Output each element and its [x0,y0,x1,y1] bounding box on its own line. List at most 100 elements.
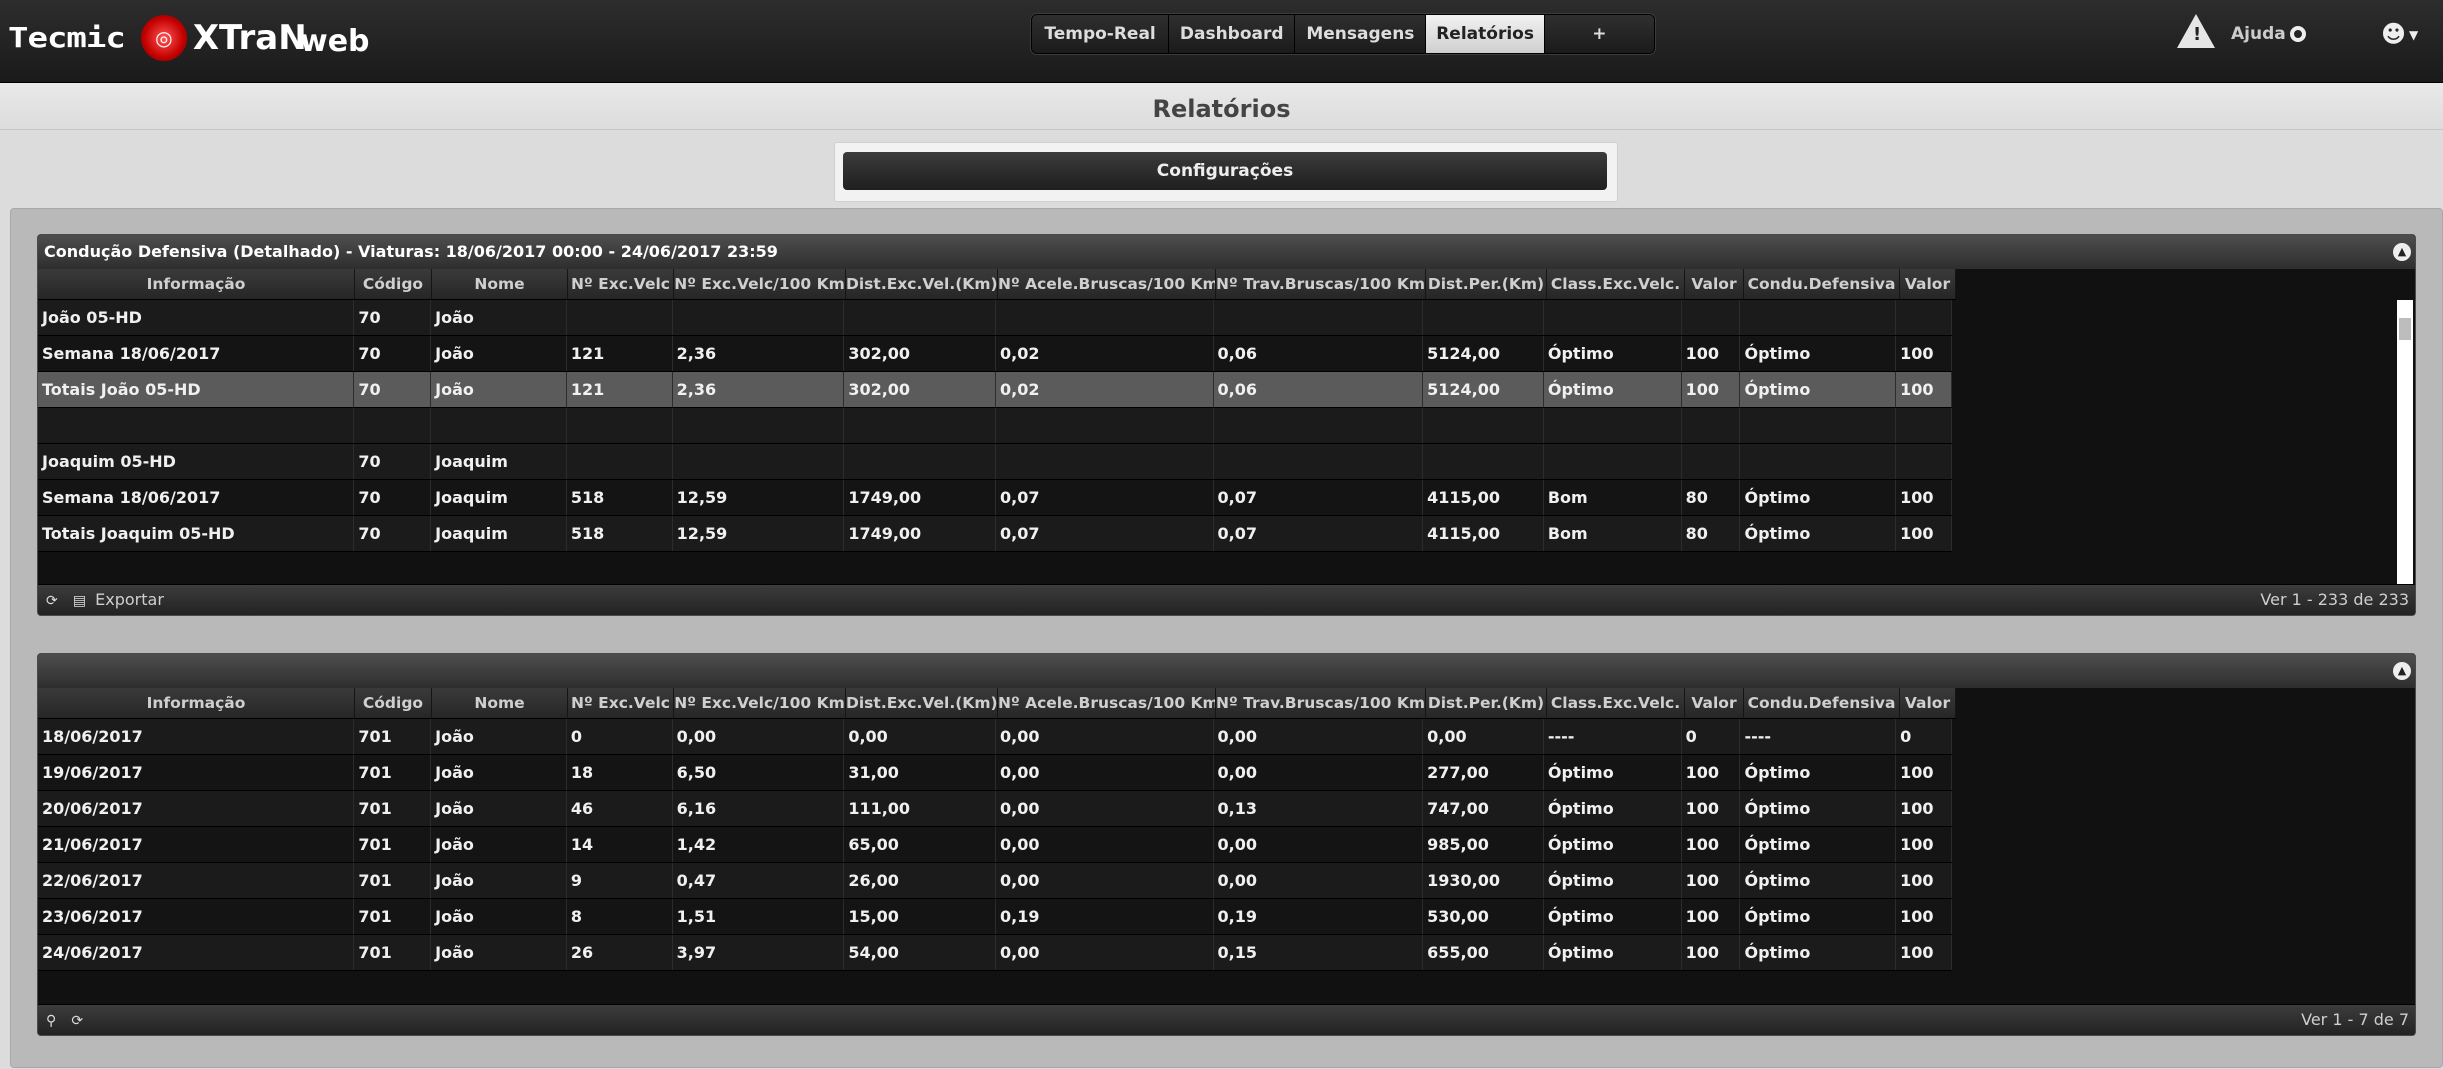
table-cell: 0,00 [673,719,845,754]
table-cell: João [431,791,567,826]
config-button[interactable]: Configurações [843,152,1607,190]
table-cell: 0,00 [996,935,1214,970]
table-row[interactable]: João 05-HD 70 João [38,300,1953,336]
column-header[interactable]: Class.Exc.Velc. [1547,688,1685,718]
table-cell: 70 [354,300,432,335]
table-cell [1740,408,1897,443]
column-header[interactable]: Nº Exc.Velc [568,688,674,718]
table-cell: 26 [567,935,673,970]
user-icon[interactable]: ☻ [2381,20,2406,48]
table-cell: Óptimo [1544,372,1682,407]
table-cell: Joaquim [431,444,567,479]
vertical-scrollbar[interactable] [2397,300,2413,585]
table-row[interactable]: 18/06/2017 701 João 0 0,00 0,00 0,00 0,00 0,00 --… [38,719,1953,755]
table-cell: 20/06/2017 [38,791,355,826]
column-header[interactable]: Informação [38,688,355,718]
table-cell: 6,50 [673,755,845,790]
table-row[interactable]: 23/06/2017 701 João 8 1,51 15,00 0,19 0,19 530,0… [38,899,1953,935]
column-header[interactable]: Nº Trav.Bruscas/100 Km [1216,269,1426,299]
column-header[interactable]: Nº Exc.Velc [568,269,674,299]
column-header[interactable]: Dist.Exc.Vel.(Km) [846,269,998,299]
column-header[interactable]: Nº Exc.Velc/100 Km [674,269,846,299]
table-cell [1423,300,1544,335]
table-row[interactable]: Totais Joaquim 05-HD 70 Joaquim 518 12,59 174… [38,516,1953,552]
export-icon[interactable]: ▤ [73,586,86,615]
table-row[interactable]: 20/06/2017 701 João 46 6,16 111,00 0,00 0,13 747… [38,791,1953,827]
table-cell: 100 [1896,863,1953,898]
table-cell: 3,97 [673,935,845,970]
column-header[interactable]: Código [355,269,432,299]
nav-tempo-real[interactable]: Tempo-Real [1032,15,1170,53]
column-header[interactable]: Condu.Defensiva [1744,688,1900,718]
brand-logo[interactable]: Tecmic ◎ XTraN [8,12,307,64]
collapse-icon[interactable]: ▲ [2393,243,2411,261]
table-cell: ---- [1544,719,1682,754]
column-header[interactable]: Valor [1900,688,1956,718]
table-row[interactable]: Totais João 05-HD 70 João 121 2,36 302,00 0,02… [38,372,1953,408]
table-cell: 24/06/2017 [38,935,355,970]
collapse-icon[interactable]: ▲ [2393,662,2411,680]
table-cell: Óptimo [1740,372,1897,407]
table-cell: Óptimo [1740,899,1897,934]
table-row[interactable] [38,408,1953,444]
search-icon[interactable]: ⚲ [46,1006,56,1035]
table-row[interactable]: 19/06/2017 701 João 18 6,50 31,00 0,00 0,00 277,… [38,755,1953,791]
table-cell: 80 [1682,480,1741,515]
refresh-icon[interactable]: ⟳ [71,1006,83,1035]
column-header[interactable]: Dist.Per.(Km) [1426,688,1547,718]
xtran-emblem-icon: ◎ [140,15,187,61]
column-header[interactable]: Valor [1900,269,1956,299]
column-header[interactable]: Código [355,688,432,718]
table-cell: Óptimo [1740,336,1897,371]
report-panel-daily: ▲ Informação Código Nome Nº Exc.Velc Nº Exc.… [37,653,2416,1036]
table-cell: 655,00 [1423,935,1544,970]
table-cell: 0,00 [1214,863,1424,898]
table-cell: 23/06/2017 [38,899,355,934]
nav-dashboard[interactable]: Dashboard [1169,15,1296,53]
table-row[interactable]: 22/06/2017 701 João 9 0,47 26,00 0,00 0,00 1930,… [38,863,1953,899]
table-cell: Óptimo [1740,480,1897,515]
chevron-down-icon[interactable]: ▼ [2409,28,2418,42]
column-header[interactable]: Dist.Per.(Km) [1426,269,1547,299]
grid-body: João 05-HD 70 João Semana 18/06/2017 70 João 1… [38,300,1953,552]
column-header[interactable]: Class.Exc.Velc. [1547,269,1685,299]
column-header[interactable]: Nome [432,269,568,299]
column-header[interactable]: Valor [1685,688,1744,718]
scroll-thumb[interactable] [2399,318,2411,340]
column-header[interactable]: Nº Acele.Bruscas/100 Km [998,688,1216,718]
table-cell: Óptimo [1544,791,1682,826]
table-cell: 0 [1682,719,1741,754]
table-row[interactable]: 21/06/2017 701 João 14 1,42 65,00 0,00 0,00 985,… [38,827,1953,863]
table-cell: 100 [1896,899,1953,934]
column-header[interactable]: Nome [432,688,568,718]
column-header[interactable]: Nº Acele.Bruscas/100 Km [998,269,1216,299]
table-cell: 111,00 [844,791,996,826]
refresh-icon[interactable]: ⟳ [46,586,58,615]
export-link[interactable]: Exportar [95,590,164,609]
nav-relatorios[interactable]: Relatórios [1426,15,1545,53]
column-header[interactable]: Informação [38,269,355,299]
column-header[interactable]: Nº Trav.Bruscas/100 Km [1216,688,1426,718]
table-cell: 0,02 [996,336,1214,371]
table-row[interactable]: Semana 18/06/2017 70 João 121 2,36 302,00 0,02… [38,336,1953,372]
table-cell: 5124,00 [1423,372,1544,407]
grid-footer: ⟳ ▤ Exportar Ver 1 - 233 de 233 [38,584,2415,615]
column-header[interactable]: Valor [1685,269,1744,299]
table-row[interactable]: 24/06/2017 701 João 26 3,97 54,00 0,00 0,15 655,… [38,935,1953,971]
table-row[interactable]: Joaquim 05-HD 70 Joaquim [38,444,1953,480]
nav-more[interactable]: + [1544,15,1654,53]
column-header[interactable]: Nº Exc.Velc/100 Km [674,688,846,718]
column-header[interactable]: Dist.Exc.Vel.(Km) [846,688,998,718]
table-cell [1682,408,1741,443]
table-cell: ---- [1740,719,1897,754]
table-row[interactable]: Semana 18/06/2017 70 Joaquim 518 12,59 1749,0… [38,480,1953,516]
table-cell: Joaquim 05-HD [38,444,355,479]
table-cell [1896,300,1953,335]
help-link[interactable]: Ajuda [2231,24,2306,44]
table-cell: 0,00 [844,719,996,754]
column-header[interactable]: Condu.Defensiva [1744,269,1900,299]
table-cell: 15,00 [844,899,996,934]
table-cell: 701 [354,719,432,754]
nav-mensagens[interactable]: Mensagens [1295,15,1427,53]
table-cell: 100 [1682,372,1741,407]
